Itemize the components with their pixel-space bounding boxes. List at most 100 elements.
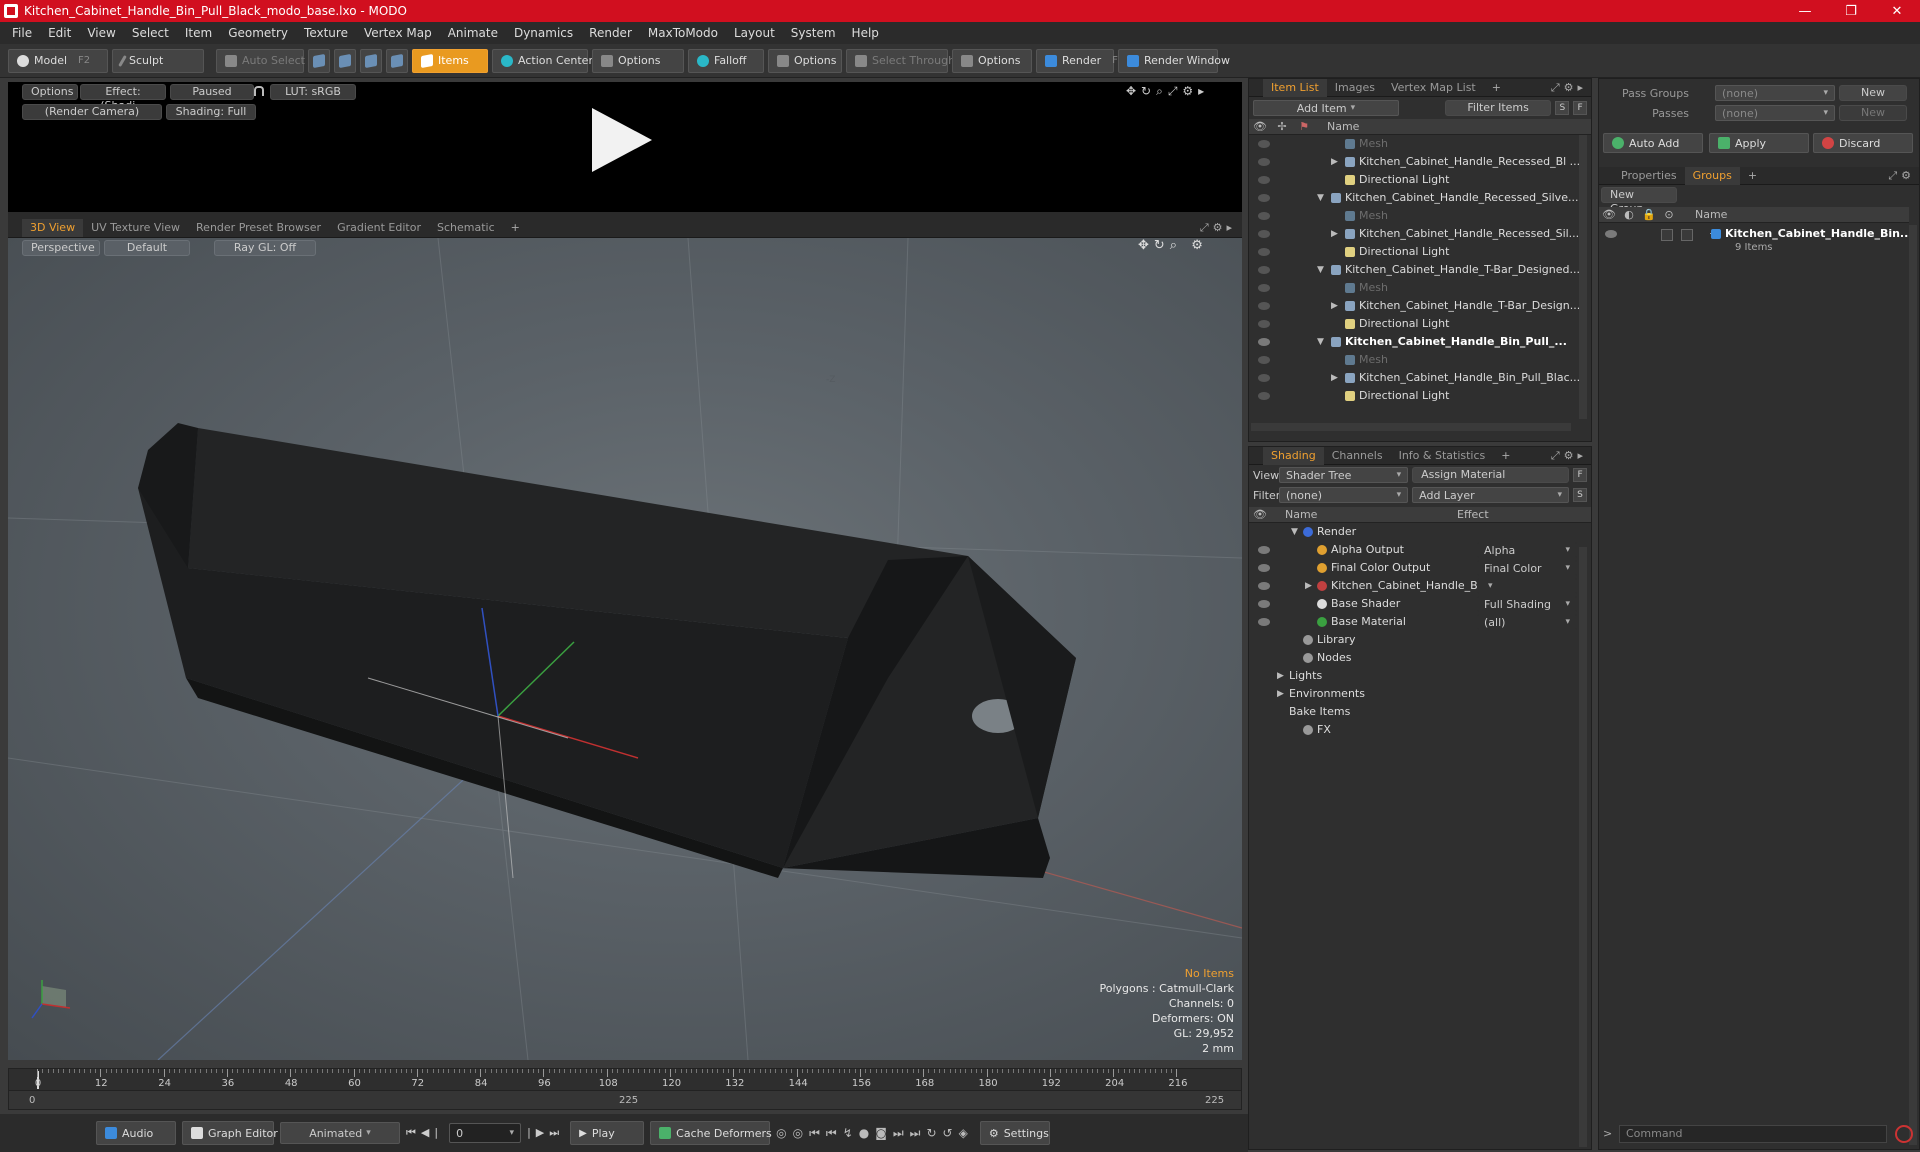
effect-dropdown[interactable]: (all) xyxy=(1477,614,1577,630)
group-select-checkbox[interactable] xyxy=(1681,229,1693,241)
cache-deformers-button[interactable]: Cache Deformers xyxy=(650,1121,772,1145)
play-button[interactable]: ▶ Play xyxy=(570,1121,645,1145)
visibility-eye-icon[interactable] xyxy=(1258,194,1270,202)
add-tab-button[interactable]: + xyxy=(503,219,528,237)
collapse-arrow-icon[interactable]: ▼ xyxy=(1317,337,1324,347)
pass-groups-dropdown[interactable]: (none) xyxy=(1715,85,1835,101)
group-visibility-eye-icon[interactable] xyxy=(1605,230,1617,238)
visibility-eye-icon[interactable] xyxy=(1258,546,1270,554)
render-column-icon[interactable]: ◐ xyxy=(1619,208,1639,221)
visibility-eye-icon[interactable] xyxy=(1258,302,1270,310)
group-lock-checkbox[interactable] xyxy=(1661,229,1673,241)
visibility-eye-icon[interactable]: 👁 xyxy=(1249,508,1271,521)
select-through-button[interactable]: Select Through xyxy=(846,48,955,73)
item-list-hscrollbar[interactable] xyxy=(1251,423,1571,431)
menu-vertex-map[interactable]: Vertex Map xyxy=(356,26,440,40)
groups-vscrollbar[interactable] xyxy=(1909,225,1917,1145)
render-paused-button[interactable]: Paused xyxy=(170,84,254,100)
item-list-vscrollbar[interactable] xyxy=(1579,135,1587,419)
render-camera-dropdown[interactable]: (Render Camera) xyxy=(22,104,162,120)
material-select-button[interactable] xyxy=(386,48,408,73)
expand-arrow-icon[interactable]: ▶ xyxy=(1277,671,1284,681)
tab-render-preset-browser[interactable]: Render Preset Browser xyxy=(188,219,329,237)
transport-prev-buttons[interactable]: ⏮◀| xyxy=(406,1126,443,1140)
menu-help[interactable]: Help xyxy=(844,26,887,40)
tab-item-list[interactable]: Item List xyxy=(1263,78,1327,97)
visibility-eye-icon[interactable] xyxy=(1258,266,1270,274)
collapse-arrow-icon[interactable]: ▼ xyxy=(1317,265,1324,275)
viewport-panel-icons[interactable]: ⤢⚙▸ xyxy=(1200,221,1242,235)
visibility-eye-icon[interactable]: 👁 xyxy=(1599,208,1619,221)
tab-schematic[interactable]: Schematic xyxy=(429,219,503,237)
visibility-eye-icon[interactable] xyxy=(1258,230,1270,238)
render-column-icon[interactable]: ⚑ xyxy=(1293,120,1315,133)
visibility-eye-icon[interactable] xyxy=(1258,564,1270,572)
lock-icon[interactable] xyxy=(254,86,264,96)
tab-info-statistics[interactable]: Info & Statistics xyxy=(1391,447,1494,465)
effect-dropdown[interactable]: Full Shading xyxy=(1477,596,1577,612)
menu-select[interactable]: Select xyxy=(124,26,177,40)
shader-tree-row[interactable]: ▶ Environments xyxy=(1249,685,1591,703)
expand-arrow-icon[interactable]: ▶ xyxy=(1305,581,1312,591)
assign-material-button[interactable]: Assign Material xyxy=(1412,467,1570,483)
lut-dropdown[interactable]: LUT: sRGB xyxy=(270,84,356,100)
new-group-button[interactable]: New Group xyxy=(1601,187,1677,215)
key-tool-icons[interactable]: ◎◎⏮⏮↯●◙⏭⏭↻↺◈ xyxy=(776,1126,974,1141)
visibility-eye-icon[interactable] xyxy=(1258,212,1270,220)
tab-groups[interactable]: Groups xyxy=(1684,166,1740,185)
shader-tree-row[interactable]: Alpha Output Alpha xyxy=(1249,541,1591,559)
tab-images[interactable]: Images xyxy=(1327,79,1383,97)
menu-layout[interactable]: Layout xyxy=(726,26,783,40)
menu-maxtomodo[interactable]: MaxToModo xyxy=(640,26,726,40)
close-button[interactable]: ✕ xyxy=(1874,0,1920,22)
lock-column-icon[interactable]: ✢ xyxy=(1271,120,1293,133)
expand-arrow-icon[interactable]: ▶ xyxy=(1331,229,1338,239)
menu-dynamics[interactable]: Dynamics xyxy=(506,26,581,40)
item-list-row[interactable]: ▼ Kitchen_Cabinet_Handle_Bin_Pull_... xyxy=(1249,333,1591,351)
menu-system[interactable]: System xyxy=(783,26,844,40)
visibility-eye-icon[interactable]: 👁 xyxy=(1249,120,1271,133)
new-pass-button[interactable]: New xyxy=(1839,105,1907,121)
action-center-button[interactable]: Action Center xyxy=(492,48,593,73)
maximize-button[interactable]: ❐ xyxy=(1828,0,1874,22)
visibility-eye-icon[interactable] xyxy=(1258,176,1270,184)
settings-button[interactable]: ⚙ Settings xyxy=(979,1121,1050,1145)
item-list-row[interactable]: Directional Light xyxy=(1249,171,1591,189)
effect-column-header[interactable]: Effect xyxy=(1453,508,1489,521)
play-icon[interactable] xyxy=(592,108,652,172)
minimize-button[interactable]: — xyxy=(1782,0,1828,22)
item-list-row[interactable]: Mesh xyxy=(1249,351,1591,369)
item-list-row[interactable]: ▶ Kitchen_Cabinet_Handle_T-Bar_Design... xyxy=(1249,297,1591,315)
item-list-row[interactable]: ▼ Kitchen_Cabinet_Handle_Recessed_Silve..… xyxy=(1249,189,1591,207)
menu-file[interactable]: File xyxy=(4,26,40,40)
add-layer-dropdown[interactable]: Add Layer xyxy=(1412,487,1570,503)
shader-tree-row[interactable]: ▼ Render xyxy=(1249,523,1591,541)
name-column-header[interactable]: Name xyxy=(1315,120,1359,133)
expand-arrow-icon[interactable]: ▶ xyxy=(1277,689,1284,699)
3d-viewport[interactable]: Perspective Default Ray GL: Off ✥↻⌕ ⚙ -Z… xyxy=(8,238,1242,1060)
shader-tree-row[interactable]: Nodes xyxy=(1249,649,1591,667)
visibility-eye-icon[interactable] xyxy=(1258,338,1270,346)
item-list-row[interactable]: ▼ Kitchen_Cabinet_Handle_T-Bar_Designed..… xyxy=(1249,261,1591,279)
visibility-eye-icon[interactable] xyxy=(1258,600,1270,608)
tab-shading[interactable]: Shading xyxy=(1263,446,1324,465)
shader-tree-row[interactable]: FX xyxy=(1249,721,1591,739)
effect-dropdown[interactable]: Alpha xyxy=(1477,542,1577,558)
record-icon[interactable] xyxy=(1895,1125,1913,1143)
preview-nav-icons[interactable]: ✥↻⌕⤢⚙▸ xyxy=(1126,84,1209,99)
auto-add-button[interactable]: Auto Add xyxy=(1603,133,1703,153)
transport-next-buttons[interactable]: |▶⏭ xyxy=(527,1126,564,1140)
passes-dropdown[interactable]: (none) xyxy=(1715,105,1835,121)
animated-dropdown[interactable]: Animated xyxy=(280,1122,400,1144)
action-center-options-button[interactable]: Options xyxy=(592,48,684,73)
item-list-row[interactable]: Directional Light xyxy=(1249,315,1591,333)
sculpt-mode-button[interactable]: Sculpt xyxy=(112,48,204,73)
visibility-eye-icon[interactable] xyxy=(1258,320,1270,328)
menu-edit[interactable]: Edit xyxy=(40,26,79,40)
command-input[interactable]: Command xyxy=(1619,1125,1887,1143)
tab-vertex-map-list[interactable]: Vertex Map List xyxy=(1383,79,1484,97)
bin-pull-handle-mesh[interactable] xyxy=(138,423,1076,878)
shading-s-button[interactable]: S xyxy=(1573,488,1587,502)
expand-arrow-icon[interactable]: ▶ xyxy=(1331,157,1338,167)
render-options-button[interactable]: Options xyxy=(22,84,78,100)
